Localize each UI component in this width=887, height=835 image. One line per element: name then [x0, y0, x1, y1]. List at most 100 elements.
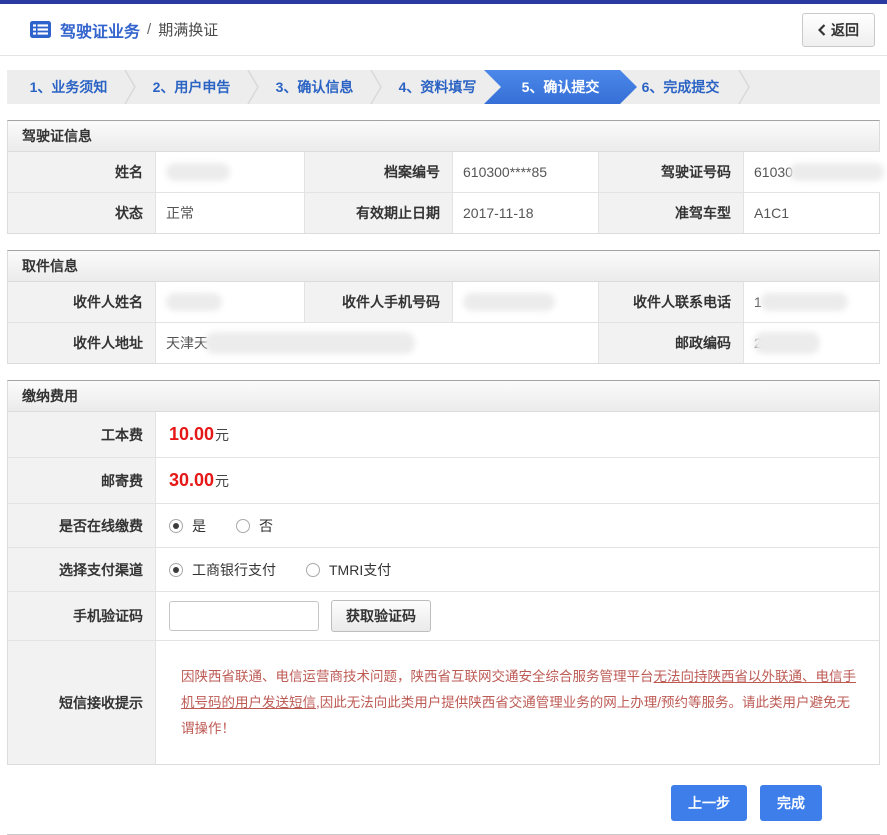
expiry-date-value: 2017-11-18	[453, 193, 599, 233]
redacted-value	[166, 163, 230, 181]
recipient-address-value: 天津天	[156, 323, 599, 363]
sms-notice-label: 短信接收提示	[8, 641, 156, 764]
license-info-section: 驾驶证信息 姓名 档案编号 610300****85 驾驶证号码 61030 状…	[7, 120, 884, 234]
license-section-title: 驾驶证信息	[8, 121, 879, 152]
postage-fee-amount: 30.00	[169, 470, 215, 490]
notice-text-plain: 因陕西省联通、电信运营商技术问题，陕西省互联网交通安全综合服务管理平台	[181, 668, 654, 684]
table-row: 状态 正常 有效期止日期 2017-11-18 准驾车型 A1C1	[8, 192, 879, 233]
channel-tmri-option[interactable]: TMRI支付	[306, 560, 391, 580]
back-button[interactable]: 返回	[802, 12, 875, 47]
form-list-icon	[30, 21, 51, 38]
step-4-fill-materials[interactable]: 4、资料填写	[376, 70, 499, 104]
table-row: 收件人地址 天津天 邮政编码 2	[8, 322, 879, 363]
vehicle-class-value: A1C1	[744, 193, 879, 233]
radio-selected-icon[interactable]	[169, 562, 183, 577]
name-label: 姓名	[8, 152, 156, 192]
recipient-name-value	[156, 282, 305, 322]
postage-fee-row: 邮寄费 30.00 元	[8, 457, 879, 503]
step-label: 2、用户申告	[152, 79, 231, 95]
redacted-value	[753, 332, 820, 354]
file-number-label: 档案编号	[305, 152, 453, 192]
online-payment-row: 是否在线缴费 是 否	[8, 503, 879, 547]
app-header: 驾驶证业务 / 期满换证 返回	[0, 4, 887, 56]
card-fee-row: 工本费 10.00 元	[8, 412, 879, 457]
step-separator-icon	[738, 70, 750, 104]
recipient-phone-label: 收件人联系电话	[599, 282, 744, 322]
payment-channel-options: 工商银行支付 TMRI支付	[156, 548, 879, 591]
radio-selected-icon[interactable]	[169, 518, 183, 533]
redacted-value	[788, 163, 884, 181]
step-label: 4、资料填写	[398, 79, 477, 95]
redacted-value	[205, 332, 415, 354]
postage-fee-label: 邮寄费	[8, 458, 156, 503]
online-pay-yes-option[interactable]: 是	[169, 516, 206, 536]
footer-actions: 上一步 完成	[7, 785, 822, 821]
get-code-button[interactable]: 获取验证码	[331, 600, 431, 632]
pickup-section-title: 取件信息	[8, 251, 879, 282]
redacted-value	[759, 293, 848, 311]
postage-fee-unit: 元	[215, 472, 230, 489]
online-pay-yes-label: 是	[192, 517, 206, 534]
online-pay-no-option[interactable]: 否	[236, 516, 273, 536]
online-payment-label: 是否在线缴费	[8, 504, 156, 547]
sms-code-label: 手机验证码	[8, 592, 156, 640]
channel-icbc-label: 工商银行支付	[192, 561, 276, 578]
sms-code-field-group: 获取验证码	[156, 592, 879, 640]
chevron-left-icon	[818, 23, 826, 36]
postcode-value: 2	[744, 323, 879, 363]
recipient-address-visible: 天津天	[166, 335, 208, 351]
license-number-visible: 61030	[754, 164, 793, 180]
card-fee-amount: 10.00	[169, 424, 215, 444]
table-row: 收件人姓名 收件人手机号码 收件人联系电话 1	[8, 282, 879, 322]
payment-section-title: 缴纳费用	[8, 381, 879, 412]
payment-channel-row: 选择支付渠道 工商银行支付 TMRI支付	[8, 547, 879, 591]
recipient-mobile-label: 收件人手机号码	[305, 282, 453, 322]
step-3-confirm-info[interactable]: 3、确认信息	[253, 70, 376, 104]
online-pay-no-label: 否	[259, 517, 273, 534]
step-5-confirm-submit[interactable]: 5、确认提交	[484, 70, 637, 104]
postage-fee-value: 30.00 元	[156, 458, 879, 503]
redacted-value	[166, 293, 222, 311]
step-label: 5、确认提交	[521, 79, 600, 95]
card-fee-label: 工本费	[8, 412, 156, 457]
step-6-complete-submit[interactable]: 6、完成提交	[619, 70, 742, 104]
payment-channel-label: 选择支付渠道	[8, 548, 156, 591]
card-fee-unit: 元	[215, 426, 230, 443]
finish-button[interactable]: 完成	[760, 785, 822, 821]
step-1-business-notice[interactable]: 1、业务须知	[7, 70, 130, 104]
redacted-value	[463, 293, 555, 311]
online-payment-options: 是 否	[156, 504, 879, 547]
expiry-date-label: 有效期止日期	[305, 193, 453, 233]
sms-notice-value: 因陕西省联通、电信运营商技术问题，陕西省互联网交通安全综合服务管理平台无法向持陕…	[156, 641, 879, 764]
sms-notice-row: 短信接收提示 因陕西省联通、电信运营商技术问题，陕西省互联网交通安全综合服务管理…	[8, 640, 879, 764]
step-label: 6、完成提交	[641, 79, 720, 95]
sms-notice-text: 因陕西省联通、电信运营商技术问题，陕西省互联网交通安全综合服务管理平台无法向持陕…	[169, 655, 879, 751]
back-button-label: 返回	[831, 21, 859, 38]
pickup-info-section: 取件信息 收件人姓名 收件人手机号码 收件人联系电话 1 收件人地址 天津天 邮…	[7, 250, 880, 364]
recipient-phone-value: 1	[744, 282, 879, 322]
recipient-name-label: 收件人姓名	[8, 282, 156, 322]
vehicle-class-label: 准驾车型	[599, 193, 744, 233]
step-2-user-declaration[interactable]: 2、用户申告	[130, 70, 253, 104]
step-navigation: 1、业务须知 2、用户申告 3、确认信息 4、资料填写 5、确认提交 6、完成提…	[7, 70, 880, 104]
payment-section: 缴纳费用 工本费 10.00 元 邮寄费 30.00 元 是否在线缴费 是 否 …	[7, 380, 880, 765]
sms-code-input[interactable]	[169, 601, 319, 631]
breadcrumb-separator: /	[147, 21, 152, 38]
radio-unselected-icon[interactable]	[306, 562, 320, 577]
table-row: 姓名 档案编号 610300****85 驾驶证号码 61030	[8, 152, 884, 192]
license-number-label: 驾驶证号码	[599, 152, 744, 192]
breadcrumb-current: 期满换证	[158, 22, 219, 39]
radio-unselected-icon[interactable]	[236, 518, 250, 533]
status-label: 状态	[8, 193, 156, 233]
status-value: 正常	[156, 193, 305, 233]
step-label: 3、确认信息	[275, 79, 354, 95]
channel-icbc-option[interactable]: 工商银行支付	[169, 560, 276, 580]
license-number-value: 61030	[744, 152, 884, 192]
recipient-mobile-value	[453, 282, 599, 322]
main-content: 1、业务须知 2、用户申告 3、确认信息 4、资料填写 5、确认提交 6、完成提…	[7, 70, 884, 835]
recipient-address-label: 收件人地址	[8, 323, 156, 363]
file-number-value: 610300****85	[453, 152, 599, 192]
channel-tmri-label: TMRI支付	[329, 561, 392, 578]
previous-step-button[interactable]: 上一步	[671, 785, 747, 821]
name-value	[156, 152, 305, 192]
